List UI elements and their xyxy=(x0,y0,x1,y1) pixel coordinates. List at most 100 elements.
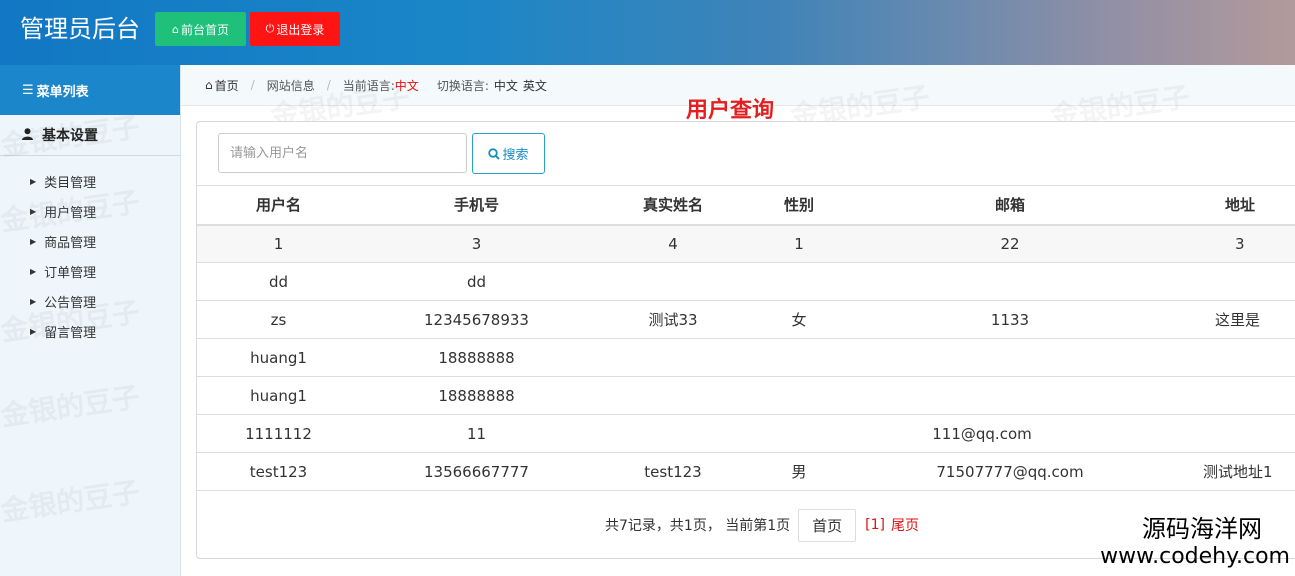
table-cell xyxy=(593,262,753,301)
table-row[interactable]: 1111112 11 111@qq.com xyxy=(197,414,1295,453)
column-header: 地址 xyxy=(1175,185,1295,226)
sidebar-item-label: 订单管理 xyxy=(44,265,97,281)
sidebar-item-products[interactable]: ▶ 商品管理 xyxy=(0,226,180,256)
caret-right-icon: ▶ xyxy=(30,206,37,216)
basic-settings-group[interactable]: 基本设置 xyxy=(0,115,180,156)
breadcrumb-site-info: 网站信息 xyxy=(266,78,315,93)
table-cell: 测试33 xyxy=(593,300,753,339)
table-cell xyxy=(845,338,1175,377)
table-cell: dd xyxy=(360,262,593,301)
current-language-value: 中文 xyxy=(394,78,419,93)
frontend-home-button[interactable]: ⌂ 前台首页 xyxy=(155,12,246,46)
table-cell: 111@qq.com xyxy=(817,414,1147,453)
table-cell: 71507777@qq.com xyxy=(845,452,1175,491)
table-cell: 1133 xyxy=(845,300,1175,339)
users-table: 用户名 手机号 真实姓名 性别 邮箱 地址 1 3 4 1 22 3 dd dd xyxy=(197,185,1295,491)
table-cell xyxy=(753,262,845,301)
current-language-label: 当前语言: xyxy=(342,78,395,93)
sidebar-item-label: 公告管理 xyxy=(44,295,97,311)
table-cell xyxy=(593,414,753,453)
menu-list-title-text: 菜单列表 xyxy=(36,84,89,100)
table-cell xyxy=(1175,414,1295,453)
switch-language-label: 切换语言: xyxy=(436,78,489,93)
table-row[interactable]: zs 12345678933 测试33 女 1133 这里是 xyxy=(197,300,1295,339)
table-cell: huang1 xyxy=(197,376,360,415)
table-cell: zs xyxy=(197,300,360,339)
table-cell xyxy=(1175,338,1295,377)
table-row[interactable]: huang1 18888888 xyxy=(197,338,1295,377)
breadcrumb-home-link[interactable]: 首页 xyxy=(215,77,239,94)
table-row[interactable]: dd dd xyxy=(197,262,1295,301)
table-cell xyxy=(753,338,845,377)
list-icon: ☰ xyxy=(22,82,34,98)
app-title: 管理员后台 xyxy=(20,15,140,43)
table-cell: 22 xyxy=(845,224,1175,263)
first-page-button[interactable]: 首页 xyxy=(798,508,857,542)
table-header-row: 用户名 手机号 真实姓名 性别 邮箱 地址 xyxy=(197,185,1295,226)
last-page-link[interactable]: 尾页 xyxy=(891,515,919,535)
page-title: 用户查询 xyxy=(686,98,775,123)
sidebar-item-messages[interactable]: ▶ 留言管理 xyxy=(0,316,180,346)
column-header: 真实姓名 xyxy=(593,185,753,226)
caret-right-icon: ▶ xyxy=(30,326,37,336)
sidebar-item-users[interactable]: ▶ 用户管理 xyxy=(0,196,180,226)
table-row[interactable]: 1 3 4 1 22 3 xyxy=(197,224,1295,263)
column-header: 用户名 xyxy=(197,185,360,226)
column-header: 邮箱 xyxy=(845,185,1175,226)
user-icon xyxy=(22,127,33,143)
table-cell: 3 xyxy=(1175,224,1295,263)
site-watermark: 源码海洋网 www.codehy.com xyxy=(1100,514,1290,570)
sidebar-item-label: 商品管理 xyxy=(44,235,97,251)
table-cell xyxy=(845,262,1175,301)
table-cell: huang1 xyxy=(197,338,360,377)
table-cell: 12345678933 xyxy=(360,300,593,339)
column-header: 手机号 xyxy=(360,185,593,226)
table-end-border xyxy=(197,490,1295,491)
table-cell: 男 xyxy=(753,452,845,491)
table-cell: 11 xyxy=(360,414,593,453)
table-cell: 这里是 xyxy=(1175,300,1295,339)
switch-language-chinese[interactable]: 中文 xyxy=(494,77,518,94)
table-cell: 18888888 xyxy=(360,338,593,377)
top-header: 管理员后台 ⌂ 前台首页 ⏻ 退出登录 xyxy=(0,0,1295,65)
sidebar-item-category[interactable]: ▶ 类目管理 xyxy=(0,166,180,196)
switch-language-english[interactable]: 英文 xyxy=(523,77,547,94)
menu-list-title: ☰ 菜单列表 xyxy=(0,65,180,115)
table-cell xyxy=(593,376,753,415)
search-icon xyxy=(488,147,501,160)
table-cell: 1 xyxy=(197,224,360,263)
sidebar: ☰ 菜单列表 基本设置 ▶ 类目管理 ▶ 用户管理 ▶ 商品管理 ▶ 订单管理 … xyxy=(0,65,181,576)
username-search-input[interactable] xyxy=(218,133,467,173)
sidebar-menu: ▶ 类目管理 ▶ 用户管理 ▶ 商品管理 ▶ 订单管理 ▶ 公告管理 ▶ 留言管… xyxy=(0,156,180,346)
search-button-label: 搜索 xyxy=(502,148,529,163)
search-button[interactable]: 搜索 xyxy=(472,133,545,174)
sidebar-item-label: 类目管理 xyxy=(44,175,97,191)
caret-right-icon: ▶ xyxy=(30,296,37,306)
home-icon: ⌂ xyxy=(205,78,213,92)
table-cell xyxy=(1175,376,1295,415)
pagination-summary: 共7记录，共1页， 当前第1页 xyxy=(605,518,791,534)
table-row[interactable]: huang1 18888888 xyxy=(197,376,1295,415)
basic-settings-label: 基本设置 xyxy=(42,128,98,144)
sidebar-item-notices[interactable]: ▶ 公告管理 xyxy=(0,286,180,316)
frontend-home-label: 前台首页 xyxy=(180,22,229,37)
caret-right-icon: ▶ xyxy=(30,176,37,186)
current-page-indicator[interactable]: [1] xyxy=(865,517,885,533)
table-row[interactable]: test123 13566667777 test123 男 71507777@q… xyxy=(197,452,1295,491)
table-cell xyxy=(1175,262,1295,301)
table-cell: test123 xyxy=(593,452,753,491)
table-cell: dd xyxy=(197,262,360,301)
table-cell xyxy=(753,376,845,415)
table-cell: 18888888 xyxy=(360,376,593,415)
sidebar-item-orders[interactable]: ▶ 订单管理 xyxy=(0,256,180,286)
site-watermark-url: www.codehy.com xyxy=(1100,544,1290,569)
caret-right-icon: ▶ xyxy=(30,266,37,276)
logout-button[interactable]: ⏻ 退出登录 xyxy=(250,12,340,46)
table-cell: 3 xyxy=(360,224,593,263)
table-cell: 1111112 xyxy=(197,414,360,453)
table-cell: 测试地址1 xyxy=(1175,452,1295,491)
table-cell xyxy=(593,338,753,377)
table-cell xyxy=(845,376,1175,415)
breadcrumb-separator: / xyxy=(250,78,255,92)
table-cell: 4 xyxy=(593,224,753,263)
